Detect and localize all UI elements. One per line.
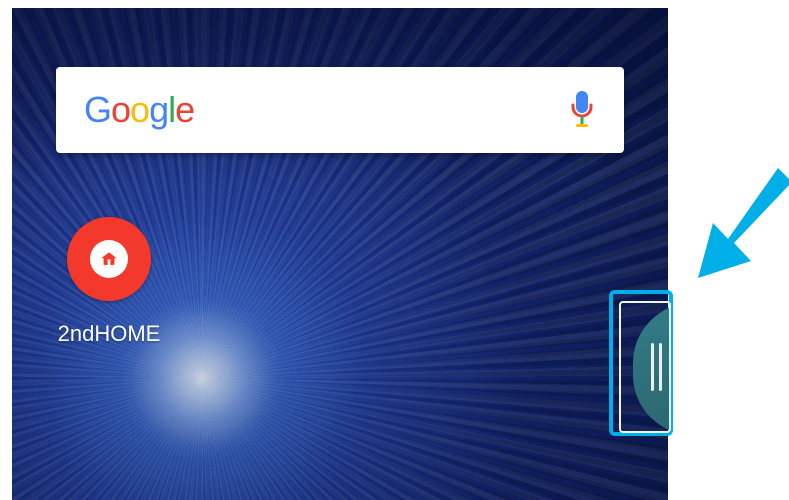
app-label: 2ndHOME: [57, 321, 161, 346]
edge-panel-handle[interactable]: [633, 303, 669, 431]
2ndhome-app-icon[interactable]: [67, 217, 151, 301]
edge-grip-icon: [659, 343, 662, 391]
home-screen-wallpaper: Google 2ndHOME: [12, 8, 668, 500]
edge-panel-highlight: [609, 290, 673, 436]
google-logo: Google: [84, 89, 195, 130]
voice-search-button[interactable]: [568, 87, 596, 133]
edge-panel-frame: [619, 301, 671, 433]
screenshot-stage: Google 2ndHOME: [0, 0, 789, 500]
app-shortcut-2ndhome[interactable]: 2ndHOME: [47, 217, 171, 346]
mic-icon: [568, 87, 596, 133]
google-letter-e: e: [175, 89, 195, 130]
google-letter-o1: o: [111, 89, 131, 130]
google-search-bar[interactable]: Google: [56, 67, 624, 153]
pointer-arrow-icon: [688, 163, 789, 285]
home-icon: [90, 240, 128, 278]
edge-grip-icon: [651, 343, 654, 391]
google-letter-g2: g: [149, 89, 169, 130]
google-letter-o2: o: [130, 89, 150, 130]
google-letter-g: G: [84, 89, 112, 130]
